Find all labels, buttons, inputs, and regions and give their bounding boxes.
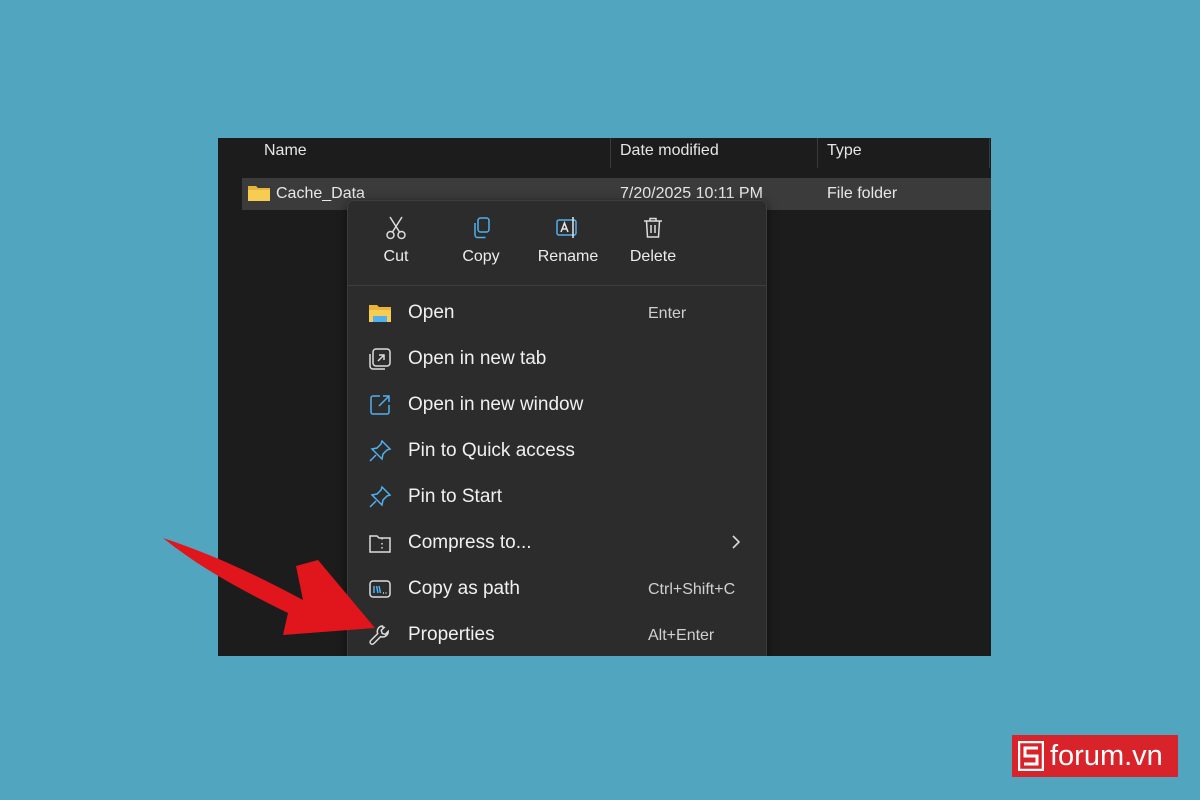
red-arrow-annotation bbox=[163, 538, 375, 635]
watermark-brand: forum.vn bbox=[1050, 740, 1163, 772]
watermark-badge: forum.vn bbox=[1012, 735, 1178, 777]
s-logo-icon bbox=[1018, 741, 1044, 771]
